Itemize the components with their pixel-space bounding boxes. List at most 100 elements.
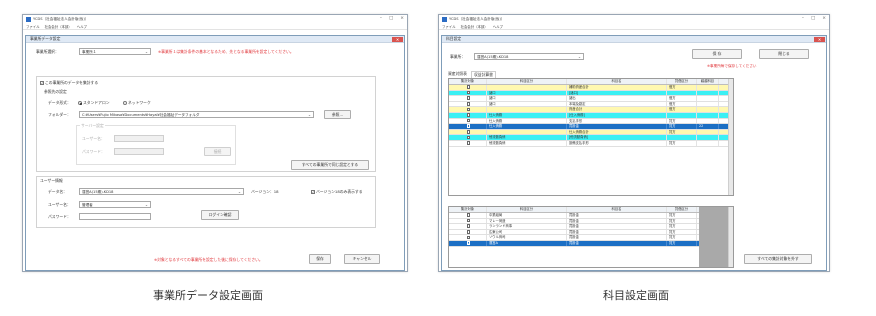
password-label: パスワード： [48, 214, 71, 219]
minimize-icon[interactable]: – [802, 16, 804, 21]
radio-network[interactable]: ネットワーク [123, 100, 151, 106]
dialog-close-icon[interactable]: ✕ [392, 37, 403, 42]
row-checkbox-cell[interactable] [449, 90, 487, 96]
row-checkbox-cell[interactable] [449, 229, 487, 235]
row-checkbox-cell[interactable] [449, 224, 487, 229]
apply-all-offices-button[interactable]: すべての事業所で同じ設定とする [291, 160, 369, 170]
browse-button[interactable]: 参照... [324, 110, 351, 119]
row-checkbox-cell[interactable] [449, 118, 487, 124]
tab-income-statement[interactable]: 収益計算書 [470, 71, 496, 78]
close-button[interactable]: 閉じる [759, 49, 809, 59]
server-password-input[interactable] [114, 148, 164, 155]
row-checkbox-cell[interactable] [449, 129, 487, 135]
dialog-title: 科目設定 [446, 36, 462, 41]
checkbox-icon[interactable] [466, 101, 471, 106]
col-header[interactable]: 科目区分 [487, 207, 567, 212]
checkbox-icon[interactable] [466, 107, 471, 112]
row-checkbox-cell[interactable] [449, 96, 487, 101]
checkbox-icon[interactable] [466, 90, 471, 95]
account-settings-dialog: 科目設定 ✕ 事業所： 運営A(15期).KD18 ⌄ 保 存 閉じる ※事業所… [441, 35, 827, 271]
checkbox-icon[interactable] [466, 224, 471, 228]
col-header[interactable]: 科目名 [567, 79, 667, 84]
menu-help[interactable]: ヘルプ [77, 24, 87, 29]
left-app-window: YCDS（社会福祉法人会計版(仮)） – □ × ファイル 社会会計（本部） ヘ… [22, 14, 408, 272]
login-check-button[interactable]: ログイン確認 [201, 210, 239, 220]
minimize-icon[interactable]: – [380, 16, 382, 21]
grid-scrollbar[interactable] [728, 207, 733, 267]
save-button[interactable]: 保 存 [692, 49, 742, 59]
checkbox-icon[interactable] [466, 129, 471, 134]
row-carry-cell [697, 107, 719, 112]
checkbox-icon[interactable] [466, 96, 471, 100]
row-checkbox-cell[interactable]: ✓ [449, 240, 487, 246]
row-checkbox-cell[interactable] [449, 235, 487, 240]
maximize-icon[interactable]: □ [811, 16, 815, 21]
menu-help[interactable]: ヘルプ [493, 24, 503, 29]
row-checkbox-cell[interactable] [449, 85, 487, 90]
row-checkbox-cell[interactable] [449, 112, 487, 118]
col-header[interactable]: 繰越科目 [697, 79, 719, 84]
row-checkbox-cell[interactable] [449, 101, 487, 107]
connect-button[interactable]: 接続 [204, 147, 231, 156]
row-debit-credit-cell: 貸方 [667, 240, 697, 246]
office-select[interactable]: 運営A(15期).KD18 ⌄ [474, 53, 584, 60]
save-button[interactable]: 保存 [309, 254, 331, 264]
menu-accounting[interactable]: 社会会計（本部） [461, 24, 488, 29]
col-header[interactable]: 貸借区分 [667, 207, 697, 212]
row-debit-credit-cell: 貸方 [667, 213, 697, 218]
chevron-down-icon: ⌄ [144, 50, 148, 54]
user-name-select[interactable]: 管理者 ⌄ [79, 201, 151, 208]
menu-file[interactable]: ファイル [442, 24, 456, 29]
version-only-checkbox[interactable]: ✓バージョン18のみ表示する [311, 189, 363, 195]
server-user-input[interactable] [114, 135, 164, 142]
folder-path-input[interactable]: C:¥Users¥Fujio Mikasa¥Documents¥Hayai¥社会… [79, 111, 314, 118]
row-checkbox-cell[interactable] [449, 140, 487, 146]
row-category-cell [487, 85, 567, 90]
row-checkbox-cell[interactable] [449, 218, 487, 224]
data-name-select[interactable]: 運営A(15期).KD18 ⌄ [79, 188, 244, 195]
checkbox-icon[interactable] [466, 229, 471, 234]
maximize-icon[interactable]: □ [389, 16, 393, 21]
grid-scrollbar[interactable] [728, 79, 733, 195]
close-icon[interactable]: × [400, 16, 404, 21]
checkbox-icon[interactable] [466, 118, 471, 123]
row-checkbox-cell[interactable] [449, 124, 487, 129]
menu-file[interactable]: ファイル [26, 24, 40, 29]
cancel-button[interactable]: キャンセル [344, 254, 380, 264]
row-carry-cell [697, 112, 719, 118]
col-header[interactable]: 科目名 [567, 207, 667, 212]
checkbox-icon[interactable] [466, 235, 471, 240]
col-header[interactable]: 科目区分 [487, 79, 567, 84]
row-checkbox-cell[interactable] [449, 107, 487, 112]
password-input[interactable] [79, 213, 151, 220]
checkbox-icon[interactable] [466, 218, 471, 223]
use-data-checkbox[interactable]: ✓この事業所のデータを集計する [40, 80, 98, 86]
checkbox-icon[interactable] [466, 135, 471, 140]
radio-standalone[interactable]: スタンドアロン [78, 100, 110, 106]
row-checkbox-cell[interactable] [449, 135, 487, 140]
col-header[interactable]: 集計対象 [449, 207, 487, 212]
table-row[interactable]: ✓ 運営A 買掛金 貸方 [449, 240, 733, 247]
tab-balance-sheet[interactable]: 資産対照表 [448, 71, 467, 78]
checkbox-icon[interactable] [466, 113, 471, 117]
row-debit-credit-cell: 貸方 [667, 124, 697, 129]
checkbox-icon[interactable] [466, 124, 471, 128]
version-label: バージョン：18 [251, 189, 279, 194]
row-checkbox-cell[interactable] [449, 213, 487, 218]
row-category-cell: 仕入債務 [487, 124, 567, 129]
office-select[interactable]: 事業所１ ⌄ [79, 48, 151, 55]
dialog-close-icon[interactable]: ✕ [814, 37, 825, 42]
clear-all-targets-button[interactable]: すべての集計対象を外す [744, 254, 812, 264]
table-row[interactable]: 他流動負債 設備支払手形 貸方 [449, 140, 733, 147]
checkbox-icon[interactable] [466, 85, 471, 89]
save-note: ※事業所毎で保存してください [707, 64, 757, 68]
col-header[interactable]: 貸借区分 [667, 79, 697, 84]
checkbox-icon[interactable] [466, 141, 471, 145]
menu-accounting[interactable]: 社会会計（本部） [45, 24, 72, 29]
checkbox-checked-icon[interactable]: ✓ [466, 241, 471, 245]
close-icon[interactable]: × [822, 16, 826, 21]
row-debit-credit-cell: 借方 [667, 85, 697, 90]
checkbox-icon[interactable] [466, 213, 471, 217]
row-category-cell: 広東公司 [487, 229, 567, 235]
col-header[interactable]: 集計対象 [449, 79, 487, 84]
